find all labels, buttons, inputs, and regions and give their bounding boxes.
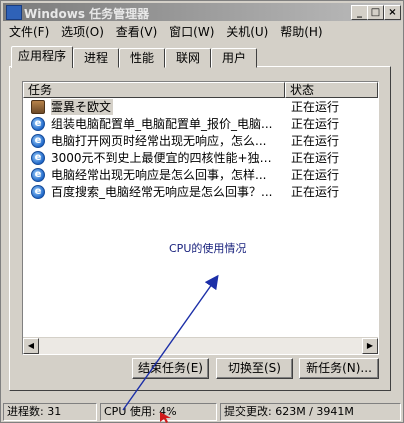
task-row[interactable]: e 3000元不到史上最便宜的四核性能+独显... 正在运行 xyxy=(31,150,376,166)
task-status: 正在运行 xyxy=(291,134,340,148)
task-name: 电脑打开网页时经常出现无响应，怎么... xyxy=(51,134,267,148)
column-header-status[interactable]: 状态 xyxy=(285,82,378,98)
menu-view[interactable]: 查看(V) xyxy=(112,22,162,41)
task-name: 电脑经常出现无响应是怎么回事，怎样... xyxy=(51,168,267,182)
task-list-header: 任务 状态 xyxy=(23,82,378,98)
scroll-left-icon[interactable]: ◀ xyxy=(23,338,39,354)
status-bar: 进程数: 31 CPU 使用: 4% 提交更改: 623M / 3941M xyxy=(1,402,403,422)
ie-icon: e xyxy=(31,117,45,131)
close-button[interactable]: × xyxy=(384,5,401,20)
folder-icon xyxy=(31,100,45,114)
task-name: 3000元不到史上最便宜的四核性能+独显... xyxy=(51,151,277,165)
task-name: 百度搜索_电脑经常无响应是怎么回事？... xyxy=(51,185,273,199)
task-row[interactable]: e 百度搜索_电脑经常无响应是怎么回事？... 正在运行 xyxy=(31,184,376,200)
commit-charge: 提交更改: 623M / 3941M xyxy=(220,403,401,421)
annotation-text: CPU的使用情况 xyxy=(169,242,247,255)
task-status: 正在运行 xyxy=(291,168,340,182)
task-name: 霊異そ欧文 xyxy=(51,99,114,115)
tab-performance[interactable]: 性能 xyxy=(119,48,165,68)
ie-icon: e xyxy=(31,185,45,199)
process-count: 进程数: 31 xyxy=(3,403,97,421)
task-row[interactable]: e 电脑打开网页时经常出现无响应，怎么... 正在运行 xyxy=(31,133,376,149)
column-header-task[interactable]: 任务 xyxy=(23,82,285,98)
menu-file[interactable]: 文件(F) xyxy=(5,22,53,41)
window-title: Windows 任务管理器 xyxy=(24,7,150,21)
ie-icon: e xyxy=(31,151,45,165)
menu-bar: 文件(F) 选项(O) 查看(V) 窗口(W) 关机(U) 帮助(H) xyxy=(5,22,327,40)
tab-processes[interactable]: 进程 xyxy=(73,48,119,68)
tab-applications[interactable]: 应用程序 xyxy=(11,46,73,68)
new-task-button[interactable]: 新任务(N)... xyxy=(299,358,379,379)
minimize-button[interactable]: _ xyxy=(351,5,368,20)
task-list[interactable]: 任务 状态 霊異そ欧文 正在运行 e 组装电脑配置单_电脑配置单_报价_电脑..… xyxy=(22,81,379,355)
task-manager-icon xyxy=(6,5,22,20)
task-status: 正在运行 xyxy=(291,185,340,199)
cpu-usage: CPU 使用: 4% xyxy=(100,403,217,421)
task-row[interactable]: e 组装电脑配置单_电脑配置单_报价_电脑... 正在运行 xyxy=(31,116,376,132)
tab-networking[interactable]: 联网 xyxy=(165,48,211,68)
menu-window[interactable]: 窗口(W) xyxy=(165,22,218,41)
task-name: 组装电脑配置单_电脑配置单_报价_电脑... xyxy=(51,117,273,131)
menu-shutdown[interactable]: 关机(U) xyxy=(222,22,272,41)
maximize-button[interactable]: □ xyxy=(367,5,384,20)
title-bar[interactable]: Windows 任务管理器 _ □ × xyxy=(3,3,401,21)
scroll-right-icon[interactable]: ▶ xyxy=(362,338,378,354)
ie-icon: e xyxy=(31,134,45,148)
end-task-button[interactable]: 结束任务(E) xyxy=(132,358,209,379)
task-manager-window: Windows 任务管理器 _ □ × 文件(F) 选项(O) 查看(V) 窗口… xyxy=(0,0,404,423)
task-status: 正在运行 xyxy=(291,100,340,114)
task-status: 正在运行 xyxy=(291,117,340,131)
horizontal-scrollbar[interactable]: ◀ ▶ xyxy=(23,337,378,354)
task-status: 正在运行 xyxy=(291,151,340,165)
menu-options[interactable]: 选项(O) xyxy=(57,22,108,41)
switch-to-button[interactable]: 切换至(S) xyxy=(216,358,293,379)
task-row[interactable]: 霊異そ欧文 正在运行 xyxy=(31,99,376,115)
ie-icon: e xyxy=(31,168,45,182)
task-row[interactable]: e 电脑经常出现无响应是怎么回事，怎样... 正在运行 xyxy=(31,167,376,183)
menu-help[interactable]: 帮助(H) xyxy=(276,22,326,41)
tab-users[interactable]: 用户 xyxy=(211,48,257,68)
